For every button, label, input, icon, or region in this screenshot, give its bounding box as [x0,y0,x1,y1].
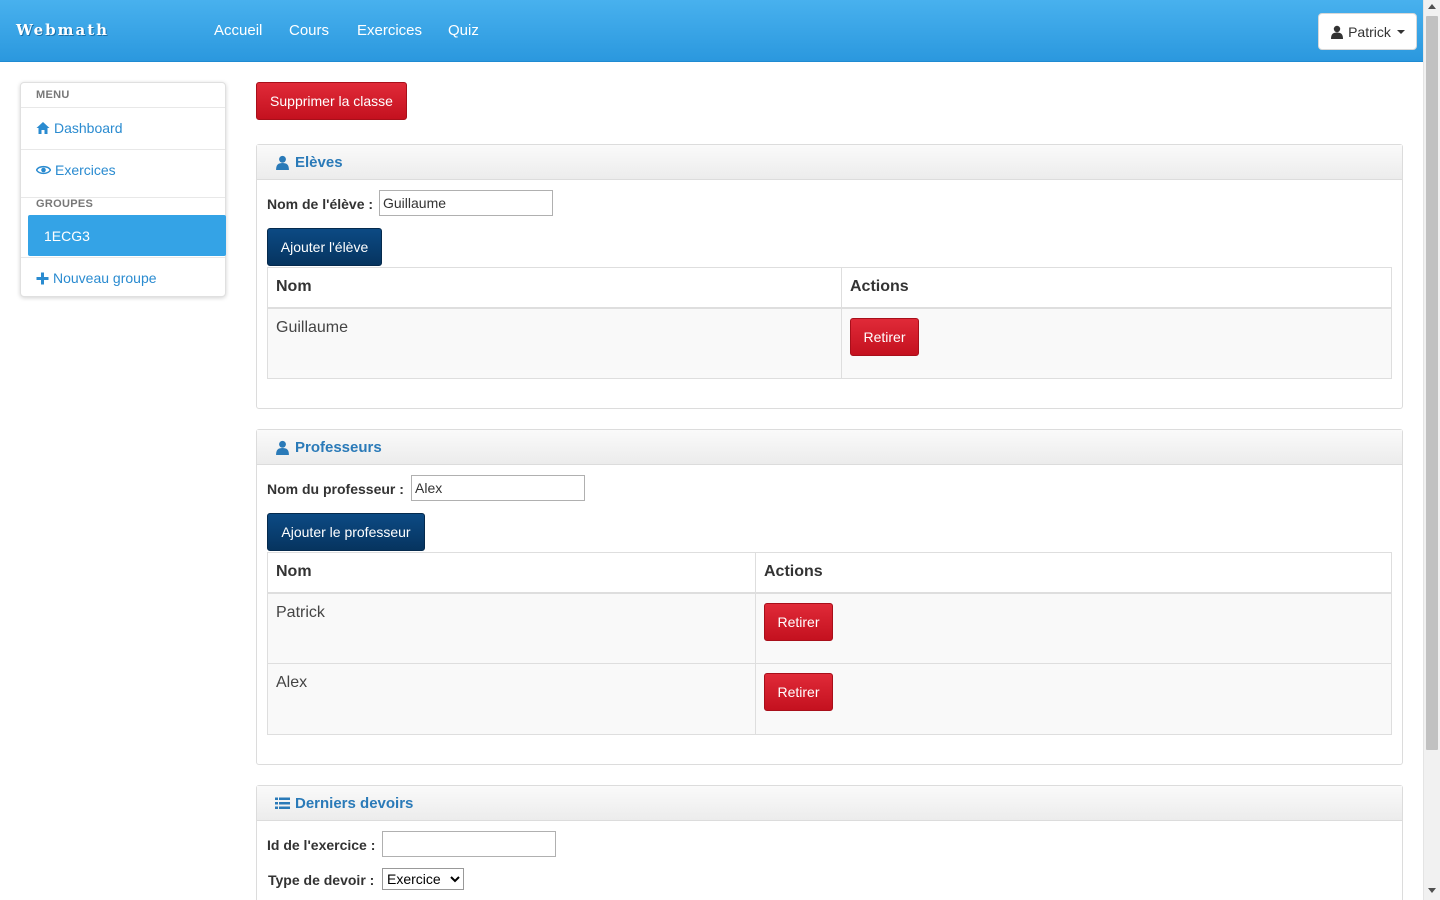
table-row: Patrick Retirer [267,592,1392,664]
sidebar-item-label: Nouveau groupe [53,270,157,286]
actions-cell: Retirer [755,592,1392,664]
scroll-up-arrow-icon[interactable] [1428,4,1436,9]
remove-student-button[interactable]: Retirer [850,317,919,356]
homework-panel: Derniers devoirs Id de l'exercice : Type… [256,785,1403,900]
sidebar-item-label: Dashboard [54,120,123,136]
remove-teacher-button[interactable]: Retirer [764,673,833,711]
delete-class-button[interactable]: Supprimer la classe [256,82,407,120]
homework-type-select[interactable]: Exercice [382,868,464,890]
sidebar-item-label: Exercices [55,162,116,178]
sidebar-groups-header: GROUPES [21,197,225,210]
teacher-name-input[interactable] [411,475,585,501]
homework-panel-title: Derniers devoirs [295,794,414,812]
column-header-nom: Nom [267,552,756,594]
user-icon [276,440,289,455]
sidebar-item-dashboard[interactable]: Dashboard [21,107,225,148]
sidebar-group-label: 1ECG3 [44,227,90,244]
teacher-name-cell: Alex [267,663,756,735]
chevron-down-icon [1396,29,1405,34]
nav-link-accueil[interactable]: Accueil [214,22,262,39]
student-name-input[interactable] [379,190,553,216]
student-name-cell: Guillaume [267,307,842,379]
teachers-panel: Professeurs Nom du professeur : Ajouter … [256,429,1403,765]
teacher-name-label: Nom du professeur : [267,481,404,497]
user-icon [276,155,289,170]
column-header-actions: Actions [841,267,1392,309]
list-icon [275,797,290,809]
actions-cell: Retirer [841,307,1392,379]
homework-type-label: Type de devoir : [268,872,375,888]
sidebar: MENU Dashboard Exercices GROUPES 1ECG3 N… [20,82,226,297]
sidebar-group-1ecg3[interactable]: 1ECG3 [28,215,226,256]
nav-link-quiz[interactable]: Quiz [448,22,479,39]
teacher-name-cell: Patrick [267,592,756,664]
students-panel-title: Elèves [295,153,343,171]
user-menu-button[interactable]: Patrick [1318,13,1417,50]
student-name-label: Nom de l'élève : [267,196,374,212]
sidebar-menu-header: MENU [36,89,70,101]
remove-teacher-button[interactable]: Retirer [764,602,833,641]
add-teacher-button[interactable]: Ajouter le professeur [267,513,425,551]
students-table: Nom Actions Guillaume Retirer [267,267,1392,379]
students-panel-header: Elèves [257,145,1402,180]
column-header-nom: Nom [267,267,842,309]
top-navbar: Webmath Accueil Cours Exercices Quiz Pat… [0,0,1423,62]
students-panel: Elèves Nom de l'élève : Ajouter l'élève … [256,144,1403,409]
sidebar-item-new-group[interactable]: Nouveau groupe [21,257,225,298]
sidebar-item-exercices[interactable]: Exercices [21,149,225,190]
eye-icon [36,165,51,175]
column-header-actions: Actions [755,552,1392,594]
scroll-thumb[interactable] [1426,16,1438,750]
table-row: Alex Retirer [267,663,1392,735]
homework-panel-header: Derniers devoirs [257,786,1402,821]
plus-icon [36,272,49,284]
teachers-table: Nom Actions Patrick Retirer Alex Retirer [267,552,1392,735]
table-row: Guillaume Retirer [267,307,1392,379]
teachers-panel-title: Professeurs [295,438,382,456]
actions-cell: Retirer [755,663,1392,735]
exercise-id-input[interactable] [382,831,556,857]
home-icon [36,122,50,134]
nav-link-cours[interactable]: Cours [289,22,329,39]
nav-link-exercices[interactable]: Exercices [357,22,422,39]
vertical-scrollbar[interactable] [1423,0,1440,900]
exercise-id-label: Id de l'exercice : [267,837,376,853]
brand-logo[interactable]: Webmath [16,21,109,39]
user-name: Patrick [1348,23,1391,40]
scroll-down-arrow-icon[interactable] [1428,888,1436,893]
user-icon [1331,25,1344,39]
teachers-panel-header: Professeurs [257,430,1402,465]
add-student-button[interactable]: Ajouter l'élève [267,228,382,266]
